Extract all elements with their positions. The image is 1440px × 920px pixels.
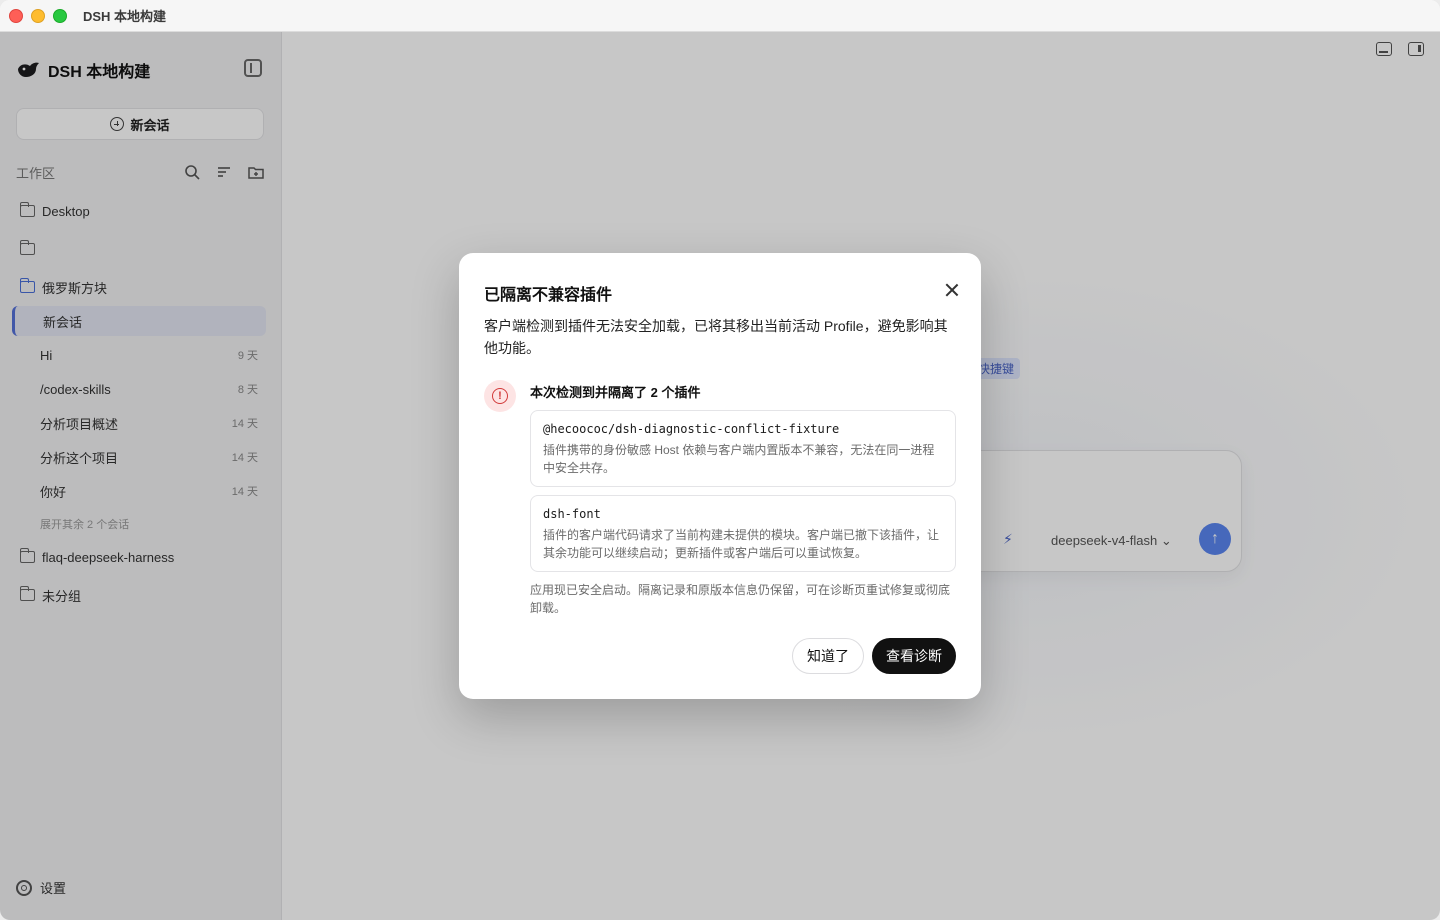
plugins-summary: 本次检测到并隔离了 2 个插件: [530, 385, 701, 400]
close-window-button[interactable]: [9, 8, 23, 23]
dialog-footnote: 应用现已安全启动。隔离记录和原版本信息仍保留，可在诊断页重试修复或彻底卸载。: [530, 583, 951, 615]
alert-icon: !: [484, 380, 516, 412]
app-window: DSH 本地构建 DSH 本地构建 新会话 工作区 Desktop 俄罗斯方块 …: [0, 0, 1440, 920]
dialog-description: 客户端检测到插件无法安全加载，已将其移出当前活动 Profile，避免影响其他功…: [484, 318, 948, 356]
close-icon[interactable]: [943, 281, 961, 299]
plugin-reason: 插件携带的身份敏感 Host 依赖与客户端内置版本不兼容，无法在同一进程中安全共…: [543, 443, 935, 475]
plugin-card: dsh-font 插件的客户端代码请求了当前构建未提供的模块。客户端已撤下该插件…: [530, 495, 956, 572]
plugin-card: @hecoococ/dsh-diagnostic-conflict-fixtur…: [530, 410, 956, 487]
window-title: DSH 本地构建: [83, 9, 167, 24]
plugin-name: @hecoococ/dsh-diagnostic-conflict-fixtur…: [543, 422, 840, 436]
plugin-reason: 插件的客户端代码请求了当前构建未提供的模块。客户端已撤下该插件，让其余功能可以继…: [543, 528, 940, 560]
maximize-window-button[interactable]: [53, 8, 67, 23]
title-bar: DSH 本地构建: [0, 0, 1440, 32]
minimize-window-button[interactable]: [31, 8, 45, 23]
dialog-title: 已隔离不兼容插件: [484, 287, 613, 304]
incompatible-plugins-dialog: 已隔离不兼容插件 客户端检测到插件无法安全加载，已将其移出当前活动 Profil…: [459, 253, 981, 699]
acknowledge-button[interactable]: 知道了: [792, 638, 864, 674]
view-diagnostics-button[interactable]: 查看诊断: [872, 638, 956, 674]
plugin-name: dsh-font: [543, 507, 601, 521]
window-controls: [9, 8, 67, 23]
